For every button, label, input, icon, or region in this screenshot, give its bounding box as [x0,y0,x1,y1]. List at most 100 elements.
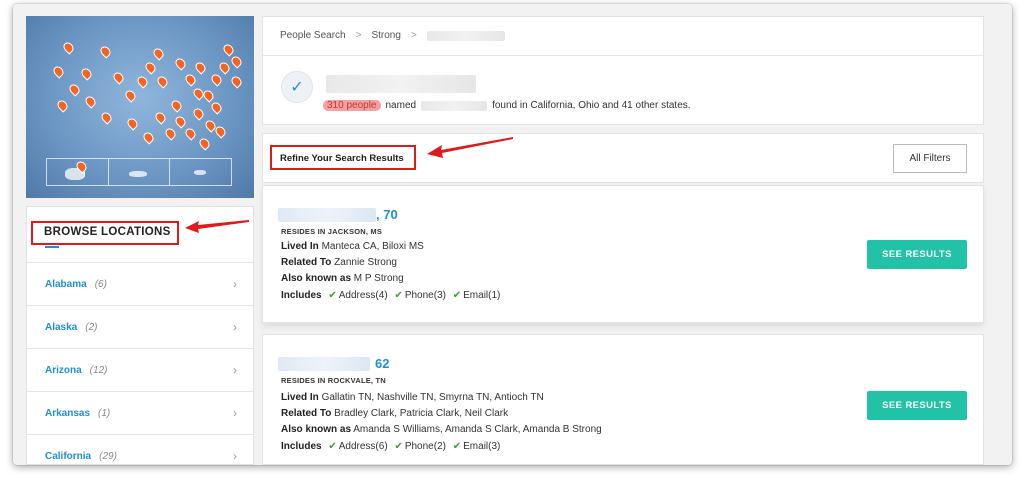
map-pin-icon[interactable] [221,42,236,57]
map-pin-icon[interactable] [217,60,232,75]
map-pin-icon[interactable] [191,106,206,121]
related-label: Related To [281,408,332,419]
redacted-name [426,30,505,41]
map-pin-icon[interactable] [99,110,114,125]
all-filters-button[interactable]: All Filters [893,144,967,173]
location-count: (6) [94,278,107,290]
map-pin-icon[interactable] [155,74,170,89]
result-card: 62 RESIDES IN ROCKVALE, TN Lived In Gall… [262,334,984,465]
check-icon: ✓ [281,71,313,103]
result-name[interactable]: 62 [278,356,389,371]
redacted-name [278,207,376,222]
map-pin-icon[interactable] [141,130,156,145]
breadcrumb-strong[interactable]: Strong [371,30,400,41]
map-pin-icon[interactable] [123,88,138,103]
lived-in-value: Gallatin TN, Nashville TN, Smyrna TN, An… [321,392,544,403]
map-pin-icon[interactable] [201,88,216,103]
redacted-name [421,100,488,111]
location-item-arizona[interactable]: Arizona (12) › [27,348,253,391]
location-item-arkansas[interactable]: Arkansas (1) › [27,391,253,434]
map-pin-icon[interactable] [125,116,140,131]
includes-label: Includes [281,441,322,452]
map-pin-icon[interactable] [193,60,208,75]
map-pin-icon[interactable] [67,82,82,97]
map-pin-icon[interactable] [135,74,150,89]
location-name[interactable]: Alaska [45,322,77,333]
result-residence: RESIDES IN JACKSON, MS [281,227,383,236]
related-value: Zannie Strong [334,257,397,268]
map-pin-icon[interactable] [209,72,224,87]
location-name[interactable]: Arizona [45,365,82,376]
location-count: (1) [98,407,111,419]
map-pin-icon[interactable] [209,100,224,115]
address-count: Address(6) [338,441,388,452]
map-pin-icon[interactable] [51,64,66,79]
puerto-rico-inset[interactable] [170,159,231,185]
result-count-line: 310 people named found in California, Oh… [323,100,691,111]
phone-count: Phone(2) [404,441,446,452]
location-count: (29) [99,450,117,462]
location-item-alabama[interactable]: Alabama (6) › [27,262,253,305]
map-pin-icon[interactable] [229,54,244,69]
map-pin-icon[interactable] [83,94,98,109]
map-pin-icon[interactable] [153,110,168,125]
map-pin-icon[interactable] [151,46,166,61]
map-pin-icon[interactable] [163,126,178,141]
email-count: Email(3) [463,441,501,452]
map-pin-icon[interactable] [197,136,212,151]
us-map[interactable] [26,16,254,198]
result-residence: RESIDES IN ROCKVALE, TN [281,376,386,385]
map-pin-icon[interactable] [79,66,94,81]
result-age[interactable]: 62 [375,356,389,371]
breadcrumb-people-search[interactable]: People Search [280,30,346,41]
refine-bar: Refine Your Search Results All Filters [262,133,984,183]
location-item-alaska[interactable]: Alaska (2) › [27,305,253,348]
lived-in-value: Manteca CA, Biloxi MS [321,241,424,252]
annotation-arrow-icon [427,137,513,158]
result-count: 310 people [323,100,381,111]
map-inset-row [46,158,232,186]
map-pin-icon[interactable] [183,72,198,87]
phone-count: Phone(3) [404,290,446,301]
hawaii-inset[interactable] [109,159,171,185]
email-count: Email(1) [463,290,501,301]
lived-in-line: Lived In Manteca CA, Biloxi MS [281,241,424,252]
see-results-button[interactable]: SEE RESULTS [867,391,967,420]
location-name[interactable]: California [45,451,91,462]
chevron-right-icon: › [233,406,237,420]
named-text: named [385,100,417,111]
related-line: Related To Zannie Strong [281,257,397,268]
related-label: Related To [281,257,332,268]
includes-label: Includes [281,290,322,301]
location-item-california[interactable]: California (29) › [27,434,253,465]
map-pin-icon[interactable] [183,126,198,141]
map-pin-icon[interactable] [173,114,188,129]
map-pin-icon[interactable] [169,98,184,113]
alaska-inset[interactable] [47,159,109,185]
divider [263,55,983,56]
map-pin-icon[interactable] [143,60,158,75]
related-line: Related To Bradley Clark, Patricia Clark… [281,408,508,419]
location-name[interactable]: Alabama [45,279,87,290]
map-pin-icon[interactable] [173,56,188,71]
refine-label: Refine Your Search Results [280,153,404,164]
check-icon: ✔ [452,290,462,301]
chevron-right-icon: › [233,320,237,334]
map-pin-icon[interactable] [111,70,126,85]
location-name[interactable]: Arkansas [45,408,90,419]
related-value: Bradley Clark, Patricia Clark, Neil Clar… [334,408,509,419]
lived-in-line: Lived In Gallatin TN, Nashville TN, Smyr… [281,392,544,403]
map-pin-icon[interactable] [61,40,76,55]
see-results-button[interactable]: SEE RESULTS [867,240,967,269]
redacted-name [326,75,476,93]
breadcrumb-separator: > [355,30,362,41]
result-name[interactable]: , 70 [278,207,398,222]
check-icon: ✔ [394,290,403,301]
map-pin-icon[interactable] [229,74,244,89]
map-pin-icon[interactable] [55,98,70,113]
includes-line: Includes ✔ Address(6) ✔ Phone(2) ✔ Email(3) [281,441,500,452]
map-pin-icon[interactable] [98,44,113,59]
address-count: Address(4) [338,290,388,301]
result-age[interactable]: , 70 [376,207,398,222]
aka-value: Amanda S Williams, Amanda S Clark, Amand… [353,424,602,435]
